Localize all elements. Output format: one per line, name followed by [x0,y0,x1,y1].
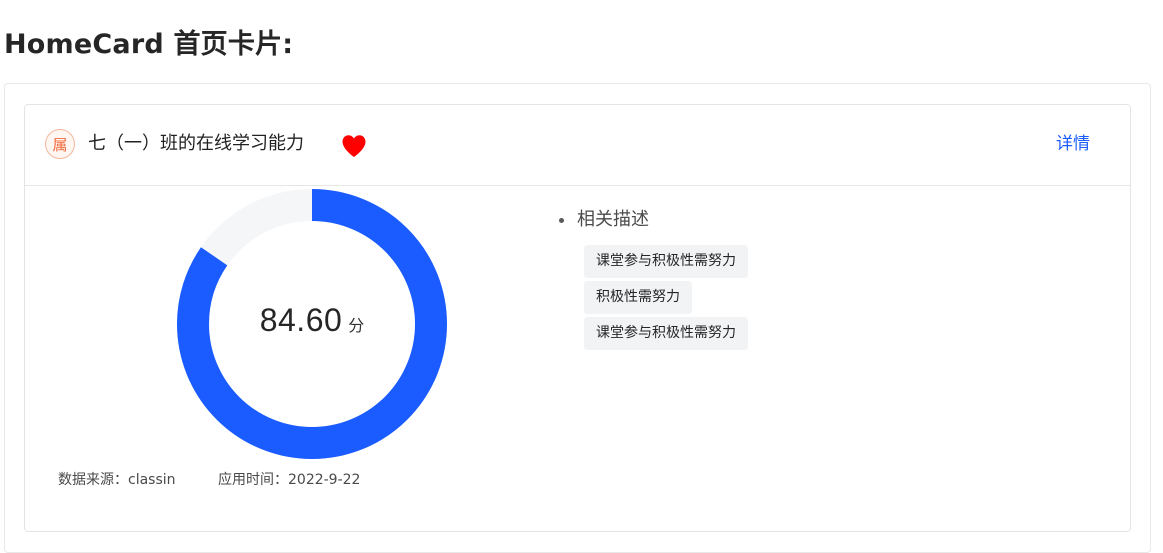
card-header: 属 七（一）班的在线学习能力 详情 [25,105,1130,186]
description-heading-text: 相关描述 [577,209,649,230]
heart-icon[interactable] [341,134,367,158]
tag-list: 课堂参与积极性需努力 积极性需努力 课堂参与积极性需努力 [584,245,748,353]
score-unit: 分 [348,316,365,335]
description-section: 相关描述 课堂参与积极性需努力 积极性需努力 课堂参与积极性需努力 [557,208,748,350]
score-value: 84.60 [259,302,343,338]
description-tag: 课堂参与积极性需努力 [584,317,748,350]
description-tag: 课堂参与积极性需努力 [584,245,748,278]
score-display: 84.60 分 [177,302,447,339]
description-tag: 积极性需努力 [584,281,692,314]
category-badge: 属 [45,129,75,159]
description-heading: 相关描述 [557,208,649,232]
home-card: 属 七（一）班的在线学习能力 详情 84.60 分 数据来源：classin 应用… [24,104,1131,532]
detail-link[interactable]: 详情 [1056,133,1090,155]
apply-time-label: 应用时间：2022-9-22 [218,472,361,488]
data-source-label: 数据来源：classin [58,472,176,488]
bullet-dot-icon [559,218,564,223]
card-title: 七（一）班的在线学习能力 [88,133,304,154]
page-title: HomeCard 首页卡片: [4,29,294,60]
